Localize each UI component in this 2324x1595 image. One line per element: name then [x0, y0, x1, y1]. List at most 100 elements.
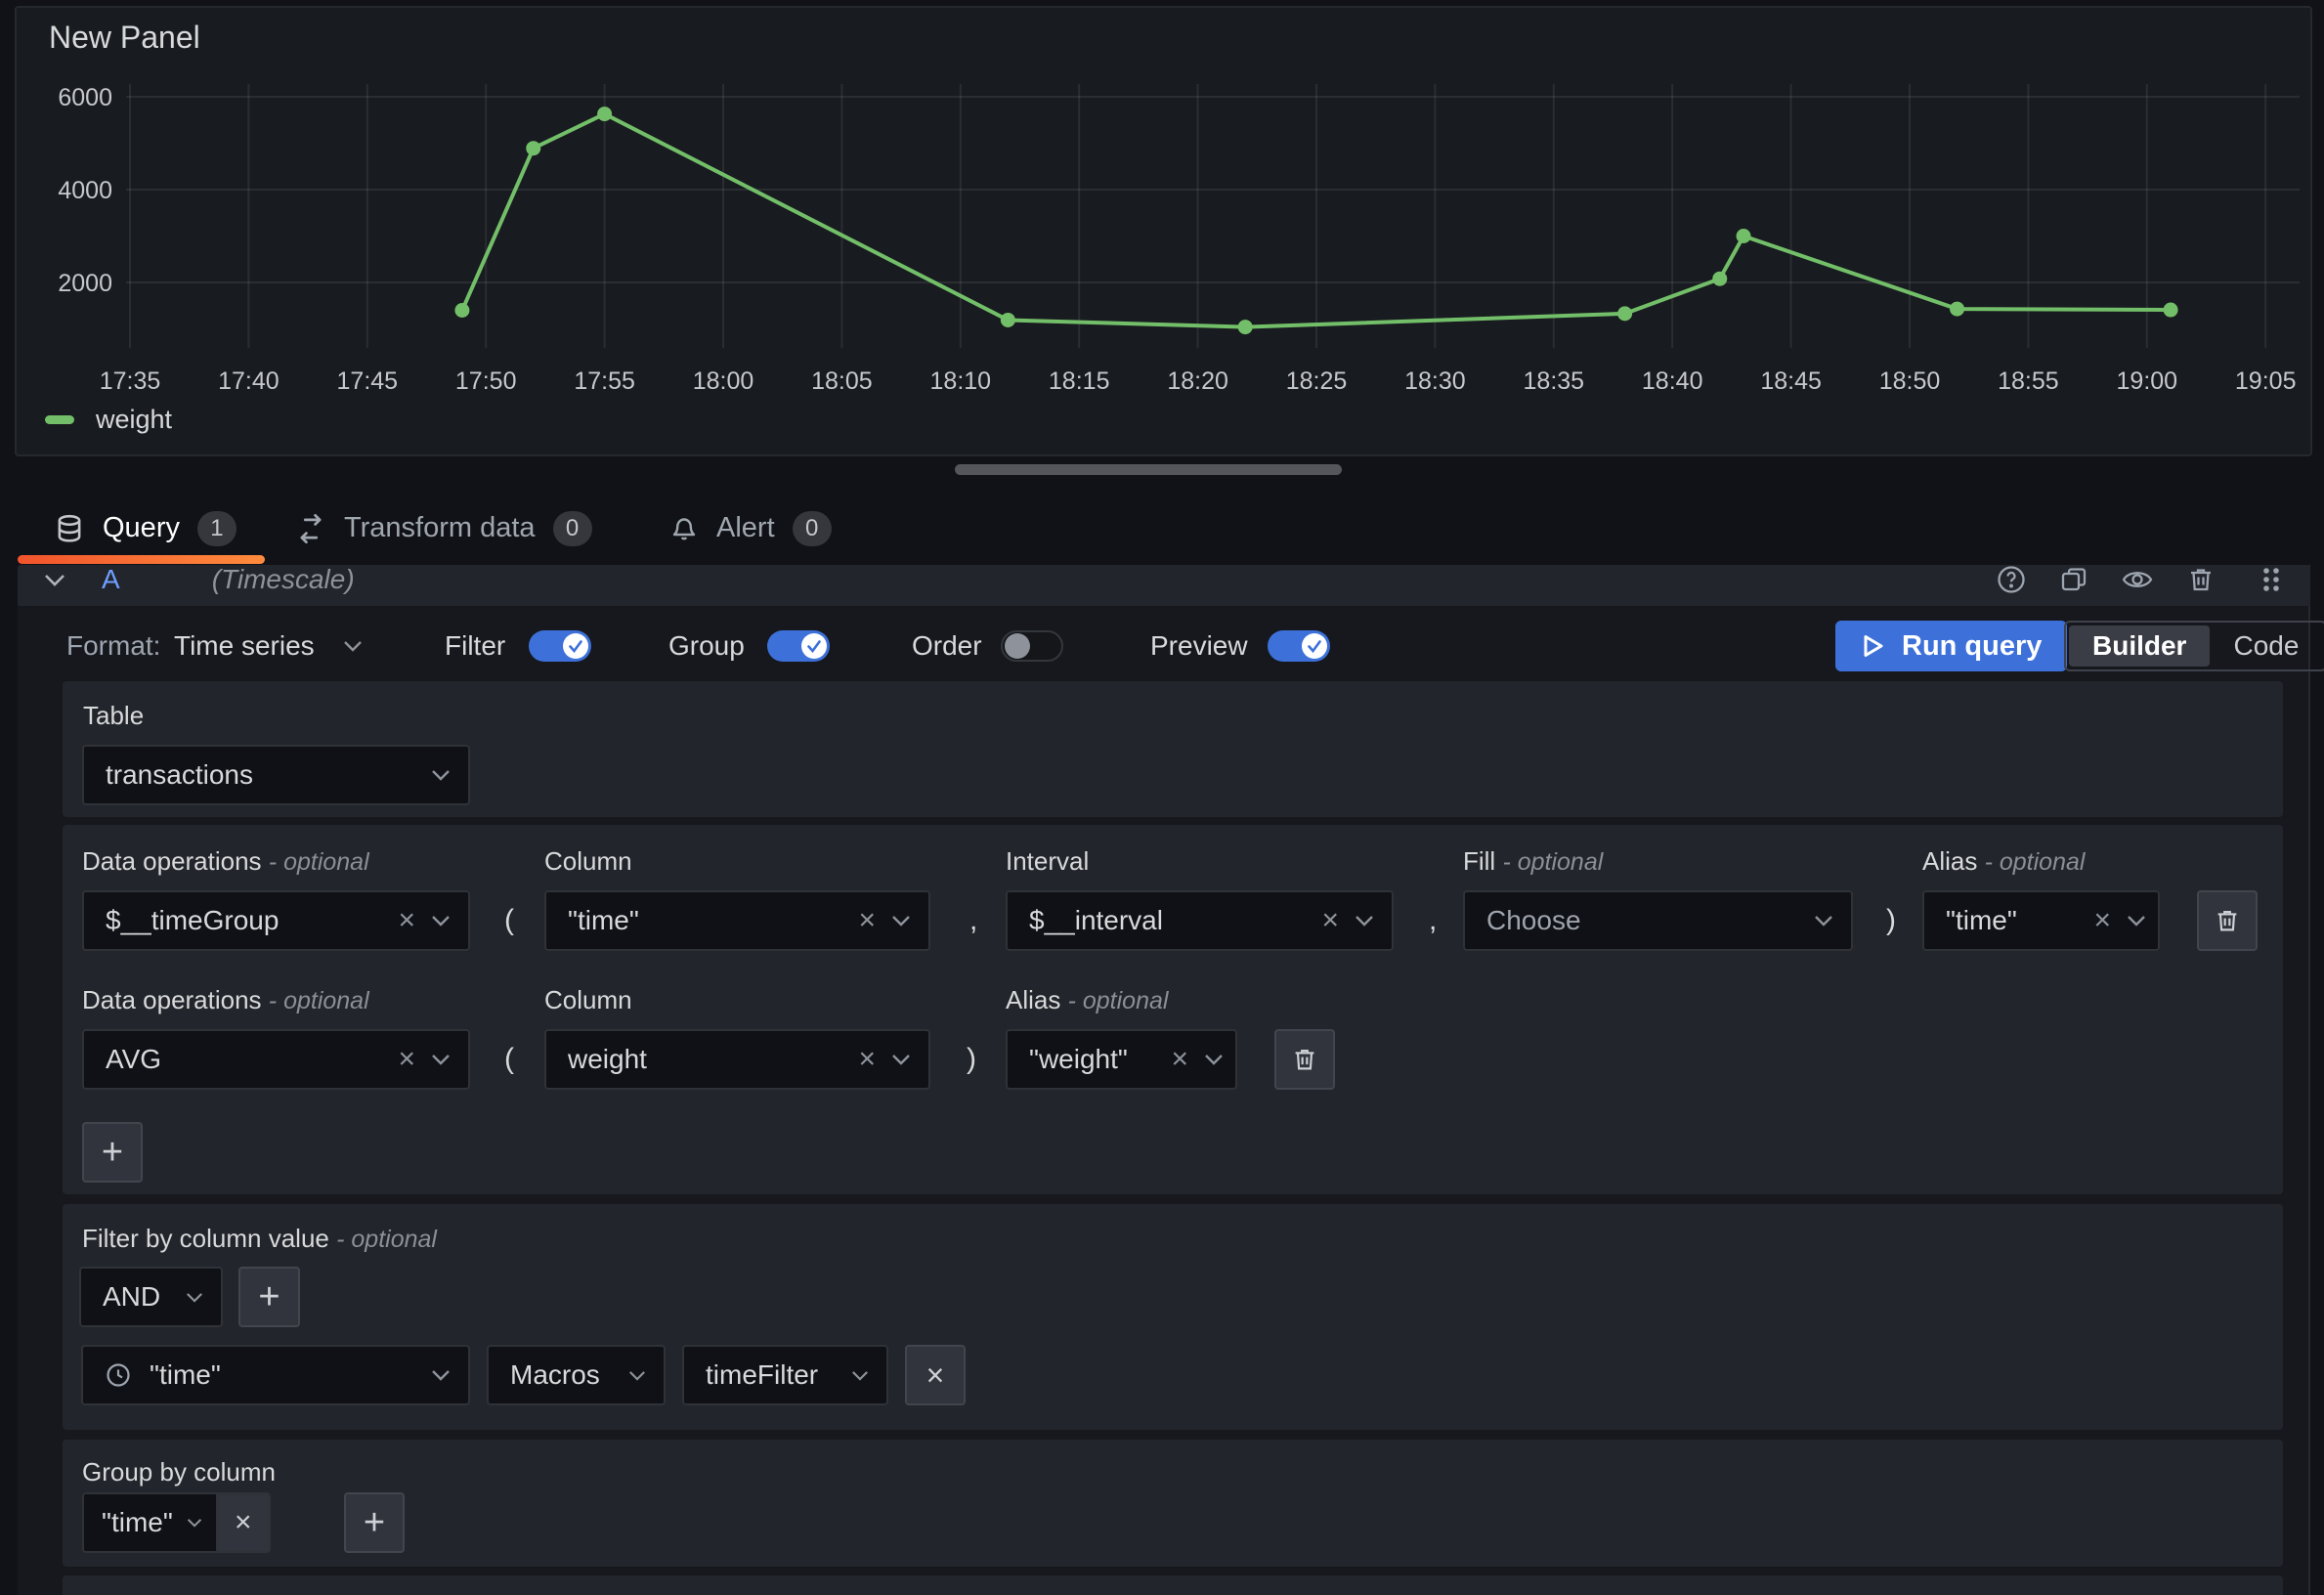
filter-toggle-label: Filter: [445, 616, 505, 676]
order-toggle-label: Order: [912, 616, 982, 676]
svg-text:17:35: 17:35: [100, 367, 161, 395]
svg-text:17:45: 17:45: [337, 367, 399, 395]
clear-icon[interactable]: ×: [858, 1045, 876, 1074]
group-by-column-select[interactable]: "time": [84, 1494, 216, 1551]
data-operations-label: Data operations - optional: [82, 985, 369, 1015]
chevron-down-icon: [187, 1518, 202, 1528]
column-select-1[interactable]: weight ×: [544, 1029, 930, 1090]
editor-mode-switcher: Builder Code: [2064, 621, 2324, 671]
query-ref-letter[interactable]: A: [102, 565, 120, 595]
filter-toggle[interactable]: [529, 630, 591, 662]
filter-macro-value-select[interactable]: timeFilter: [682, 1345, 888, 1405]
close-paren: ): [967, 1029, 976, 1090]
add-operation-button[interactable]: +: [82, 1122, 143, 1183]
tab-transform-data[interactable]: Transform data 0: [295, 500, 592, 556]
format-chevron-icon[interactable]: [342, 639, 364, 653]
svg-text:18:10: 18:10: [930, 367, 992, 395]
alias-select-0[interactable]: "time" ×: [1922, 890, 2160, 951]
chevron-down-icon: [1204, 1054, 1224, 1065]
svg-text:18:45: 18:45: [1760, 367, 1822, 395]
column-select-0[interactable]: "time" ×: [544, 890, 930, 951]
chevron-down-icon: [628, 1370, 646, 1381]
svg-text:6000: 6000: [58, 84, 112, 111]
add-group-by-button[interactable]: +: [344, 1492, 405, 1553]
tab-alert[interactable]: Alert 0: [669, 500, 832, 556]
trash-icon[interactable]: [2185, 565, 2216, 595]
tab-transform-badge: 0: [553, 511, 592, 546]
eye-icon[interactable]: [2121, 565, 2154, 595]
chart-legend[interactable]: weight: [45, 405, 172, 435]
remove-operation-button-1[interactable]: [1274, 1029, 1335, 1090]
remove-operation-button-0[interactable]: [2197, 890, 2258, 951]
chevron-down-icon: [431, 1054, 451, 1065]
svg-text:18:00: 18:00: [693, 367, 754, 395]
remove-filter-button[interactable]: ×: [905, 1345, 966, 1405]
alias-select-1[interactable]: "weight" ×: [1006, 1029, 1237, 1090]
clear-icon[interactable]: ×: [398, 906, 415, 935]
horizontal-scrollbar[interactable]: [955, 464, 1342, 475]
filter-section: Filter by column value - optional AND + …: [63, 1204, 2283, 1430]
chevron-down-icon: [1814, 915, 1833, 927]
svg-text:18:20: 18:20: [1167, 367, 1228, 395]
duplicate-icon[interactable]: [2058, 565, 2089, 595]
comma: ,: [1429, 890, 1437, 951]
next-section-edge: [63, 1575, 2283, 1595]
tab-query[interactable]: Query 1: [54, 500, 237, 556]
svg-text:17:50: 17:50: [455, 367, 517, 395]
clear-icon[interactable]: ×: [1321, 906, 1339, 935]
group-toggle-label: Group: [668, 616, 745, 676]
close-paren: ): [1886, 890, 1896, 951]
group-by-label: Group by column: [82, 1457, 276, 1487]
column-label: Column: [544, 985, 632, 1015]
query-row-header[interactable]: A (Timescale): [18, 565, 2310, 606]
trash-icon: [1290, 1045, 1319, 1074]
bell-icon: [669, 514, 699, 543]
data-operation-select-1[interactable]: AVG ×: [82, 1029, 470, 1090]
svg-text:19:00: 19:00: [2117, 367, 2178, 395]
svg-text:19:05: 19:05: [2235, 367, 2297, 395]
run-query-button[interactable]: Run query: [1835, 621, 2067, 671]
collapse-chevron-icon[interactable]: [43, 573, 66, 587]
add-filter-button[interactable]: +: [238, 1267, 300, 1327]
filter-operator-select[interactable]: AND: [79, 1267, 223, 1327]
chevron-down-icon: [2127, 915, 2146, 927]
interval-select[interactable]: $__interval ×: [1006, 890, 1394, 951]
builder-mode-button[interactable]: Builder: [2069, 625, 2210, 667]
svg-text:17:40: 17:40: [218, 367, 280, 395]
play-icon: [1861, 632, 1886, 660]
database-icon: [54, 513, 85, 544]
clear-icon[interactable]: ×: [858, 906, 876, 935]
clear-icon[interactable]: ×: [398, 1045, 415, 1074]
tab-query-label: Query: [103, 512, 180, 544]
filter-column-select[interactable]: "time": [81, 1345, 470, 1405]
clock-icon: [105, 1361, 132, 1389]
tab-transform-label: Transform data: [344, 512, 536, 544]
data-operation-select-0[interactable]: $__timeGroup ×: [82, 890, 470, 951]
help-icon[interactable]: [1996, 565, 2027, 595]
clear-icon[interactable]: ×: [1171, 1045, 1188, 1074]
svg-text:17:55: 17:55: [574, 367, 635, 395]
filter-label: Filter by column value - optional: [82, 1224, 437, 1254]
filter-macros-select[interactable]: Macros: [487, 1345, 666, 1405]
drag-handle-icon[interactable]: [2258, 565, 2285, 594]
preview-toggle[interactable]: [1268, 630, 1330, 662]
code-mode-button[interactable]: Code: [2210, 630, 2322, 662]
fill-select[interactable]: Choose: [1463, 890, 1853, 951]
format-select[interactable]: Time series: [174, 616, 315, 676]
group-toggle[interactable]: [767, 630, 830, 662]
remove-group-by-button[interactable]: ×: [216, 1494, 269, 1551]
trash-icon: [2213, 906, 2242, 935]
active-tab-indicator: [18, 555, 265, 564]
svg-text:18:30: 18:30: [1404, 367, 1466, 395]
data-operations-section: Data operations - optional Column Interv…: [63, 825, 2283, 1194]
chart-svg: 17:35 17:40 17:45 17:50 17:55 18:00 18:05 18:10…: [17, 8, 2310, 454]
svg-text:18:05: 18:05: [811, 367, 873, 395]
svg-text:18:15: 18:15: [1049, 367, 1110, 395]
order-toggle[interactable]: [1001, 630, 1063, 662]
clear-icon[interactable]: ×: [2093, 906, 2111, 935]
column-label: Column: [544, 846, 632, 877]
table-select[interactable]: transactions: [82, 745, 470, 805]
tab-alert-label: Alert: [716, 512, 775, 544]
group-by-section: Group by column "time" × +: [63, 1440, 2283, 1567]
query-datasource: (Timescale): [212, 565, 355, 595]
